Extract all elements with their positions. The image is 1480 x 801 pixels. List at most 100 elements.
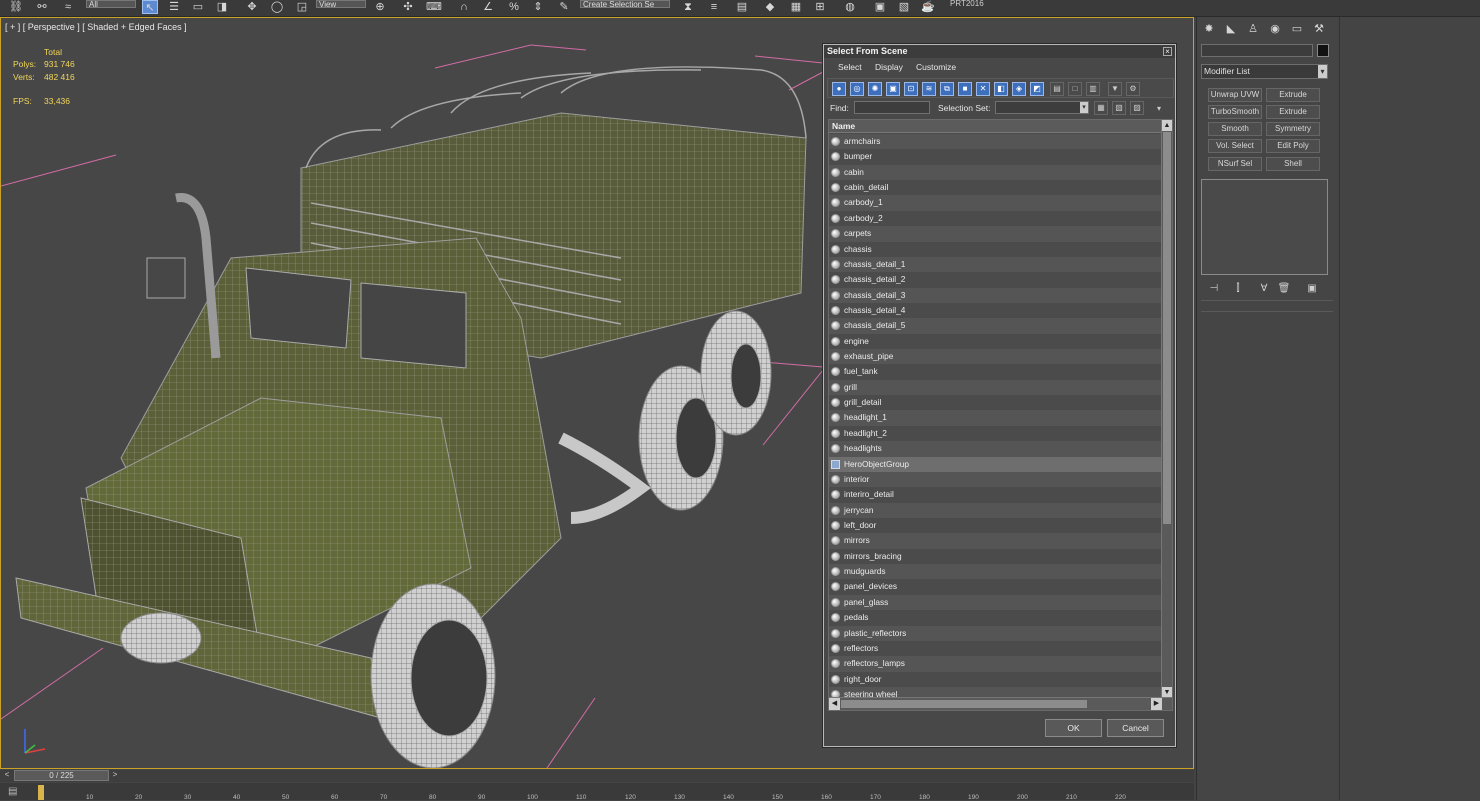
rotate-icon[interactable]: ◯ [269,0,285,14]
named-selection-combo[interactable]: Create Selection Se [580,0,670,9]
filter-funnel-icon[interactable]: ▼ [1108,82,1122,96]
list-item[interactable]: chassis_detail_2 [829,272,1162,288]
time-prev-icon[interactable]: < [2,770,12,781]
pin-stack-icon[interactable]: ⊣ [1207,282,1221,295]
selection-set-remove-icon[interactable]: ▧ [1112,101,1126,115]
list-item[interactable]: reflectors_lamps [829,656,1162,672]
mod-nsurf-sel-button[interactable]: NSurf Sel [1208,157,1262,171]
list-item[interactable]: grill [829,379,1162,396]
filter-options-icon[interactable]: ⚙ [1126,82,1140,96]
list-item[interactable]: chassis [829,241,1162,257]
menu-display[interactable]: Display [875,62,903,72]
render-setup-icon[interactable]: ▣ [872,0,888,14]
list-item[interactable]: chassis_detail_3 [829,287,1162,303]
list-item[interactable]: exhaust_pipe [829,349,1162,365]
list-item[interactable]: mirrors_bracing [829,548,1162,565]
keyboard-shortcut-icon[interactable]: ⌨ [426,0,442,14]
select-manipulate-icon[interactable]: ✣ [400,0,416,14]
close-icon[interactable]: × [1163,47,1172,56]
rendered-frame-icon[interactable]: ▧ [896,0,912,14]
find-input[interactable] [854,101,930,114]
angle-snap-icon[interactable]: ∠ [480,0,496,14]
menu-customize[interactable]: Customize [916,62,956,72]
ok-button[interactable]: OK [1045,719,1102,737]
filter-xrefs-icon[interactable]: ■ [958,82,972,96]
select-all-icon[interactable]: ▤ [1050,82,1064,96]
snaps-toggle-icon[interactable]: ∩ [456,0,472,14]
selection-filter-combo[interactable]: All [86,0,136,9]
list-item[interactable]: interiro_detail [829,487,1162,503]
filter-geometry-icon[interactable]: ● [832,82,846,96]
scroll-up-icon[interactable]: ▲ [1162,120,1172,131]
filter-spacewarps-icon[interactable]: ≋ [922,82,936,96]
mod-extrude-button[interactable]: Extrude [1266,88,1320,102]
dialog-title[interactable]: Select From Scene [824,45,1175,58]
list-item[interactable]: jerrycan [829,502,1162,518]
show-end-result-icon[interactable]: ⫿ [1231,282,1245,295]
scale-icon[interactable]: ◲ [294,0,310,14]
list-item[interactable]: carbody_2 [829,210,1162,227]
motion-tab-icon[interactable]: ◉ [1267,21,1283,37]
object-name-field[interactable] [1201,44,1313,57]
list-item[interactable]: headlight_1 [829,410,1162,426]
bind-spacewarp-icon[interactable]: ≈ [60,0,76,14]
list-item[interactable]: mudguards [829,564,1162,580]
list-item[interactable]: left_door [829,517,1162,534]
spinner-snap-icon[interactable]: ⇕ [530,0,546,14]
list-item[interactable]: chassis_detail_5 [829,318,1162,334]
graphite-icon[interactable]: ◆ [762,0,778,14]
selection-set-edit-icon[interactable]: ▨ [1130,101,1144,115]
invert-selection-icon[interactable]: ▥ [1086,82,1100,96]
rect-selection-icon[interactable]: ▭ [190,0,206,14]
hscrollbar-thumb[interactable] [841,700,1087,708]
chevron-down-icon[interactable]: ▾ [1152,103,1166,117]
vertical-scrollbar[interactable]: ▲ ▼ [1161,120,1172,698]
percent-snap-icon[interactable]: % [506,0,522,14]
list-item[interactable]: panel_devices [829,579,1162,595]
list-item[interactable]: plastic_reflectors [829,625,1162,641]
mod-shell-button[interactable]: Shell [1266,157,1320,171]
utilities-tab-icon[interactable]: ⚒ [1311,21,1327,37]
modify-tab-icon[interactable]: ◣ [1223,21,1239,37]
mod-extrude-2-button[interactable]: Extrude [1266,105,1320,119]
list-item[interactable]: carbody_1 [829,195,1162,211]
current-frame-marker[interactable] [38,785,44,800]
schematic-view-icon[interactable]: ⊞ [812,0,828,14]
list-item[interactable]: pedals [829,610,1162,626]
curve-editor-icon[interactable]: ▦ [788,0,804,14]
mod-unwrap-uvw-button[interactable]: Unwrap UVW [1208,88,1262,102]
mirror-icon[interactable]: ⧗ [680,0,696,14]
time-slider[interactable]: 0 / 225 [14,770,109,781]
filter-shapes-icon[interactable]: ◎ [850,82,864,96]
mod-smooth-button[interactable]: Smooth [1208,122,1262,136]
reference-coord-combo[interactable]: View [316,0,366,9]
column-header-name[interactable]: Name [829,120,1162,133]
select-object-icon[interactable]: ↖ [142,0,158,14]
make-unique-icon[interactable]: ∀ [1257,282,1271,295]
filter-helpers-icon[interactable]: ⊡ [904,82,918,96]
list-item[interactable]: HeroObjectGroup [829,456,1162,472]
filter-lights-icon[interactable]: ✺ [868,82,882,96]
move-icon[interactable]: ✥ [244,0,260,14]
remove-modifier-icon[interactable]: 🗑 [1277,282,1291,295]
window-crossing-icon[interactable]: ◨ [214,0,230,14]
list-item[interactable]: reflectors [829,640,1162,657]
filter-frozen-icon[interactable]: ◈ [1012,82,1026,96]
list-item[interactable]: headlight_2 [829,425,1162,442]
viewport-label[interactable]: [ + ] [ Perspective ] [ Shaded + Edged F… [5,22,187,32]
object-color-swatch[interactable] [1317,44,1329,57]
modifier-stack[interactable] [1201,179,1328,275]
list-item[interactable]: armchairs [829,134,1162,150]
filter-bones-icon[interactable]: ✕ [976,82,990,96]
hierarchy-tab-icon[interactable]: ♙ [1245,21,1261,37]
create-tab-icon[interactable]: ✸ [1201,21,1217,37]
configure-sets-icon[interactable]: ▣ [1305,282,1319,295]
filter-cameras-icon[interactable]: ▣ [886,82,900,96]
list-item[interactable]: interior [829,471,1162,488]
list-item[interactable]: carpets [829,226,1162,242]
filter-containers-icon[interactable]: ◧ [994,82,1008,96]
modifier-list-dropdown[interactable]: Modifier List [1201,64,1328,79]
mod-symmetry-button[interactable]: Symmetry [1266,122,1320,136]
unlink-icon[interactable]: ⚯ [34,0,50,14]
scrollbar-thumb[interactable] [1163,132,1171,524]
